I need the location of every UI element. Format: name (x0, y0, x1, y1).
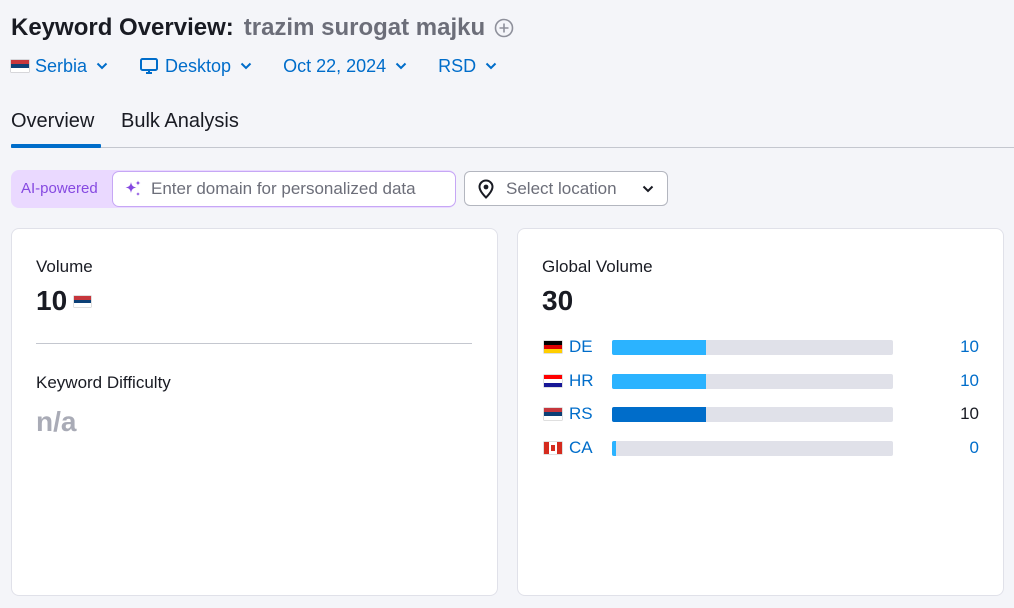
serbia-flag-icon (11, 60, 29, 72)
domain-input[interactable] (151, 172, 447, 206)
volume-bar-rs (612, 407, 706, 422)
country-row-ca: CA 0 (542, 438, 979, 458)
chevron-down-icon (394, 59, 408, 73)
country-row-hr: HR 10 (542, 371, 979, 391)
location-select-label: Select location (506, 179, 617, 198)
global-volume-card: Global Volume 30 DE 10 HR 10 RS 10 CA 0 (517, 228, 1004, 596)
page-title: Keyword Overview: (11, 14, 234, 41)
date-filter-label: Oct 22, 2024 (283, 55, 387, 76)
country-value-ca[interactable]: 0 (970, 438, 979, 458)
volume-bar-track (612, 441, 893, 456)
device-filter[interactable]: Desktop (139, 56, 253, 77)
tab-overview[interactable]: Overview (11, 110, 94, 133)
desktop-icon (139, 57, 159, 75)
country-code-rs: RS (569, 404, 593, 423)
sparkle-icon (123, 179, 143, 199)
add-circle-icon[interactable] (494, 18, 514, 38)
canada-flag-icon (544, 442, 562, 454)
location-pin-icon (475, 178, 497, 200)
volume-metric: 10 (36, 285, 92, 317)
volume-bar-de (612, 340, 706, 355)
tab-divider (11, 147, 1014, 148)
country-value-de[interactable]: 10 (960, 337, 979, 357)
ai-powered-badge: AI-powered (21, 180, 98, 197)
device-filter-label: Desktop (165, 55, 232, 76)
tab-bar: Overview Bulk Analysis (11, 104, 1014, 148)
serbia-flag-icon (544, 408, 562, 420)
database-filter[interactable]: Serbia (11, 56, 109, 77)
ai-personalization-box: AI-powered (11, 170, 456, 208)
keyword-title: trazim surogat majku (243, 14, 486, 41)
germany-flag-icon (544, 341, 562, 353)
database-filter-label: Serbia (35, 55, 88, 76)
filter-bar: Serbia Desktop Oct 22, 2024 RSD (11, 53, 528, 79)
chevron-down-icon (95, 59, 109, 73)
volume-bar-track (612, 407, 893, 422)
volume-bar-track (612, 374, 893, 389)
croatia-flag-icon (544, 375, 562, 387)
country-row-rs: RS 10 (542, 404, 979, 424)
country-code-hr[interactable]: HR (569, 371, 594, 391)
location-select[interactable]: Select location (464, 171, 668, 206)
serbia-flag-icon (74, 295, 92, 307)
tab-bulk-analysis[interactable]: Bulk Analysis (121, 110, 239, 133)
global-volume-label: Global Volume (542, 257, 653, 276)
volume-card: Volume 10 Keyword Difficulty n/a (11, 228, 498, 596)
country-code-ca[interactable]: CA (569, 438, 593, 458)
date-filter[interactable]: Oct 22, 2024 (283, 56, 408, 77)
volume-label: Volume (36, 257, 93, 276)
card-divider (36, 343, 472, 344)
country-code-de[interactable]: DE (569, 337, 593, 357)
country-row-de: DE 10 (542, 337, 979, 357)
keyword-difficulty-label: Keyword Difficulty (36, 373, 171, 392)
volume-bar-track (612, 340, 893, 355)
currency-filter-label: RSD (438, 55, 477, 76)
chevron-down-icon (484, 59, 498, 73)
domain-input-wrapper (112, 171, 456, 207)
currency-filter[interactable]: RSD (438, 56, 498, 77)
global-volume-value: 30 (542, 285, 574, 316)
country-value-rs: 10 (960, 404, 979, 423)
volume-value: 10 (36, 285, 68, 316)
volume-bar-hr (612, 374, 706, 389)
page-header: Keyword Overview: trazim surogat majku (11, 12, 514, 44)
volume-bar-ca (612, 441, 616, 456)
chevron-down-icon (641, 182, 655, 196)
active-tab-indicator (11, 144, 101, 148)
country-value-hr[interactable]: 10 (960, 371, 979, 391)
keyword-difficulty-value: n/a (36, 406, 77, 437)
chevron-down-icon (239, 59, 253, 73)
